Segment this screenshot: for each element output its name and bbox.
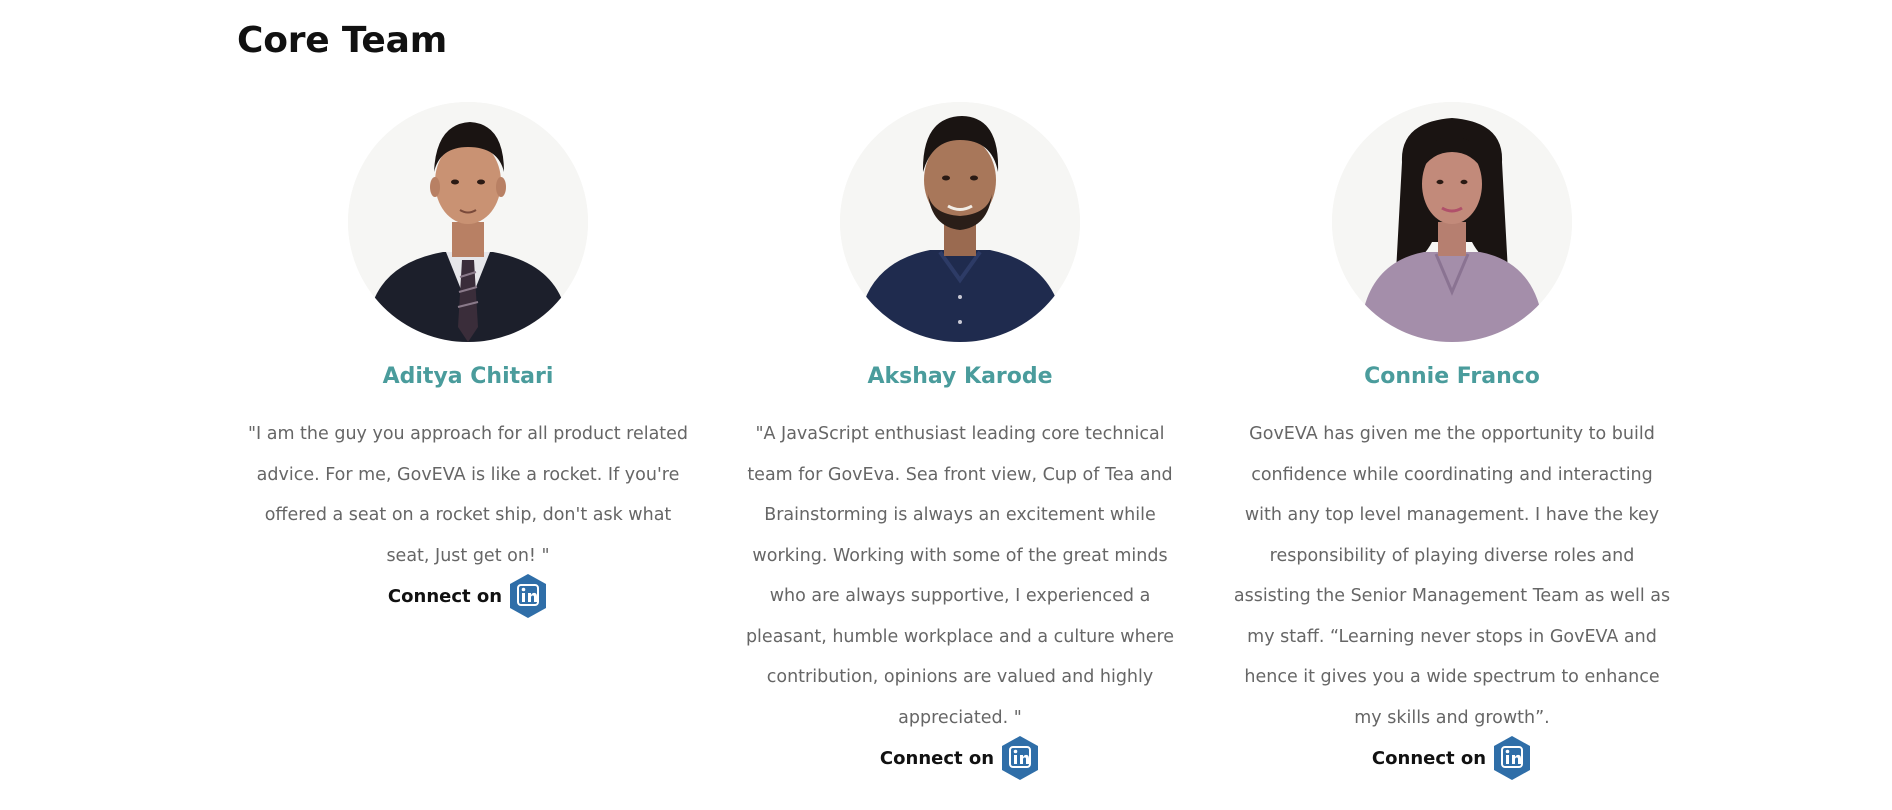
connect-label: Connect on bbox=[879, 747, 995, 769]
member-bio: GovEVA has given me the opportunity to b… bbox=[1233, 424, 1671, 728]
portrait-illustration bbox=[348, 102, 588, 342]
portrait-illustration bbox=[840, 102, 1080, 342]
team-member-list: Aditya Chitari "I am the guy you approac… bbox=[240, 102, 1680, 782]
portrait-illustration bbox=[1332, 102, 1572, 342]
member-photo-akshay bbox=[840, 102, 1080, 342]
section-title: Core Team bbox=[237, 20, 448, 61]
connect-label: Connect on bbox=[387, 585, 503, 607]
connect-row: Connect on bbox=[388, 572, 548, 620]
connect-row: Connect on bbox=[1372, 734, 1532, 782]
linkedin-icon[interactable] bbox=[1000, 734, 1040, 782]
linkedin-icon[interactable] bbox=[508, 572, 548, 620]
connect-row: Connect on bbox=[880, 734, 1040, 782]
member-name: Akshay Karode bbox=[867, 364, 1053, 389]
member-photo-connie bbox=[1332, 102, 1572, 342]
member-photo-aditya bbox=[348, 102, 588, 342]
team-member-card: Aditya Chitari "I am the guy you approac… bbox=[240, 102, 696, 782]
member-bio: "I am the guy you approach for all produ… bbox=[247, 424, 689, 566]
member-name: Aditya Chitari bbox=[382, 364, 554, 389]
member-bio: "A JavaScript enthusiast leading core te… bbox=[745, 424, 1175, 728]
linkedin-icon[interactable] bbox=[1492, 734, 1532, 782]
member-name: Connie Franco bbox=[1364, 364, 1540, 389]
team-member-card: Akshay Karode "A JavaScript enthusiast l… bbox=[732, 102, 1188, 782]
connect-label: Connect on bbox=[1371, 747, 1487, 769]
team-member-card: Connie Franco GovEVA has given me the op… bbox=[1224, 102, 1680, 782]
